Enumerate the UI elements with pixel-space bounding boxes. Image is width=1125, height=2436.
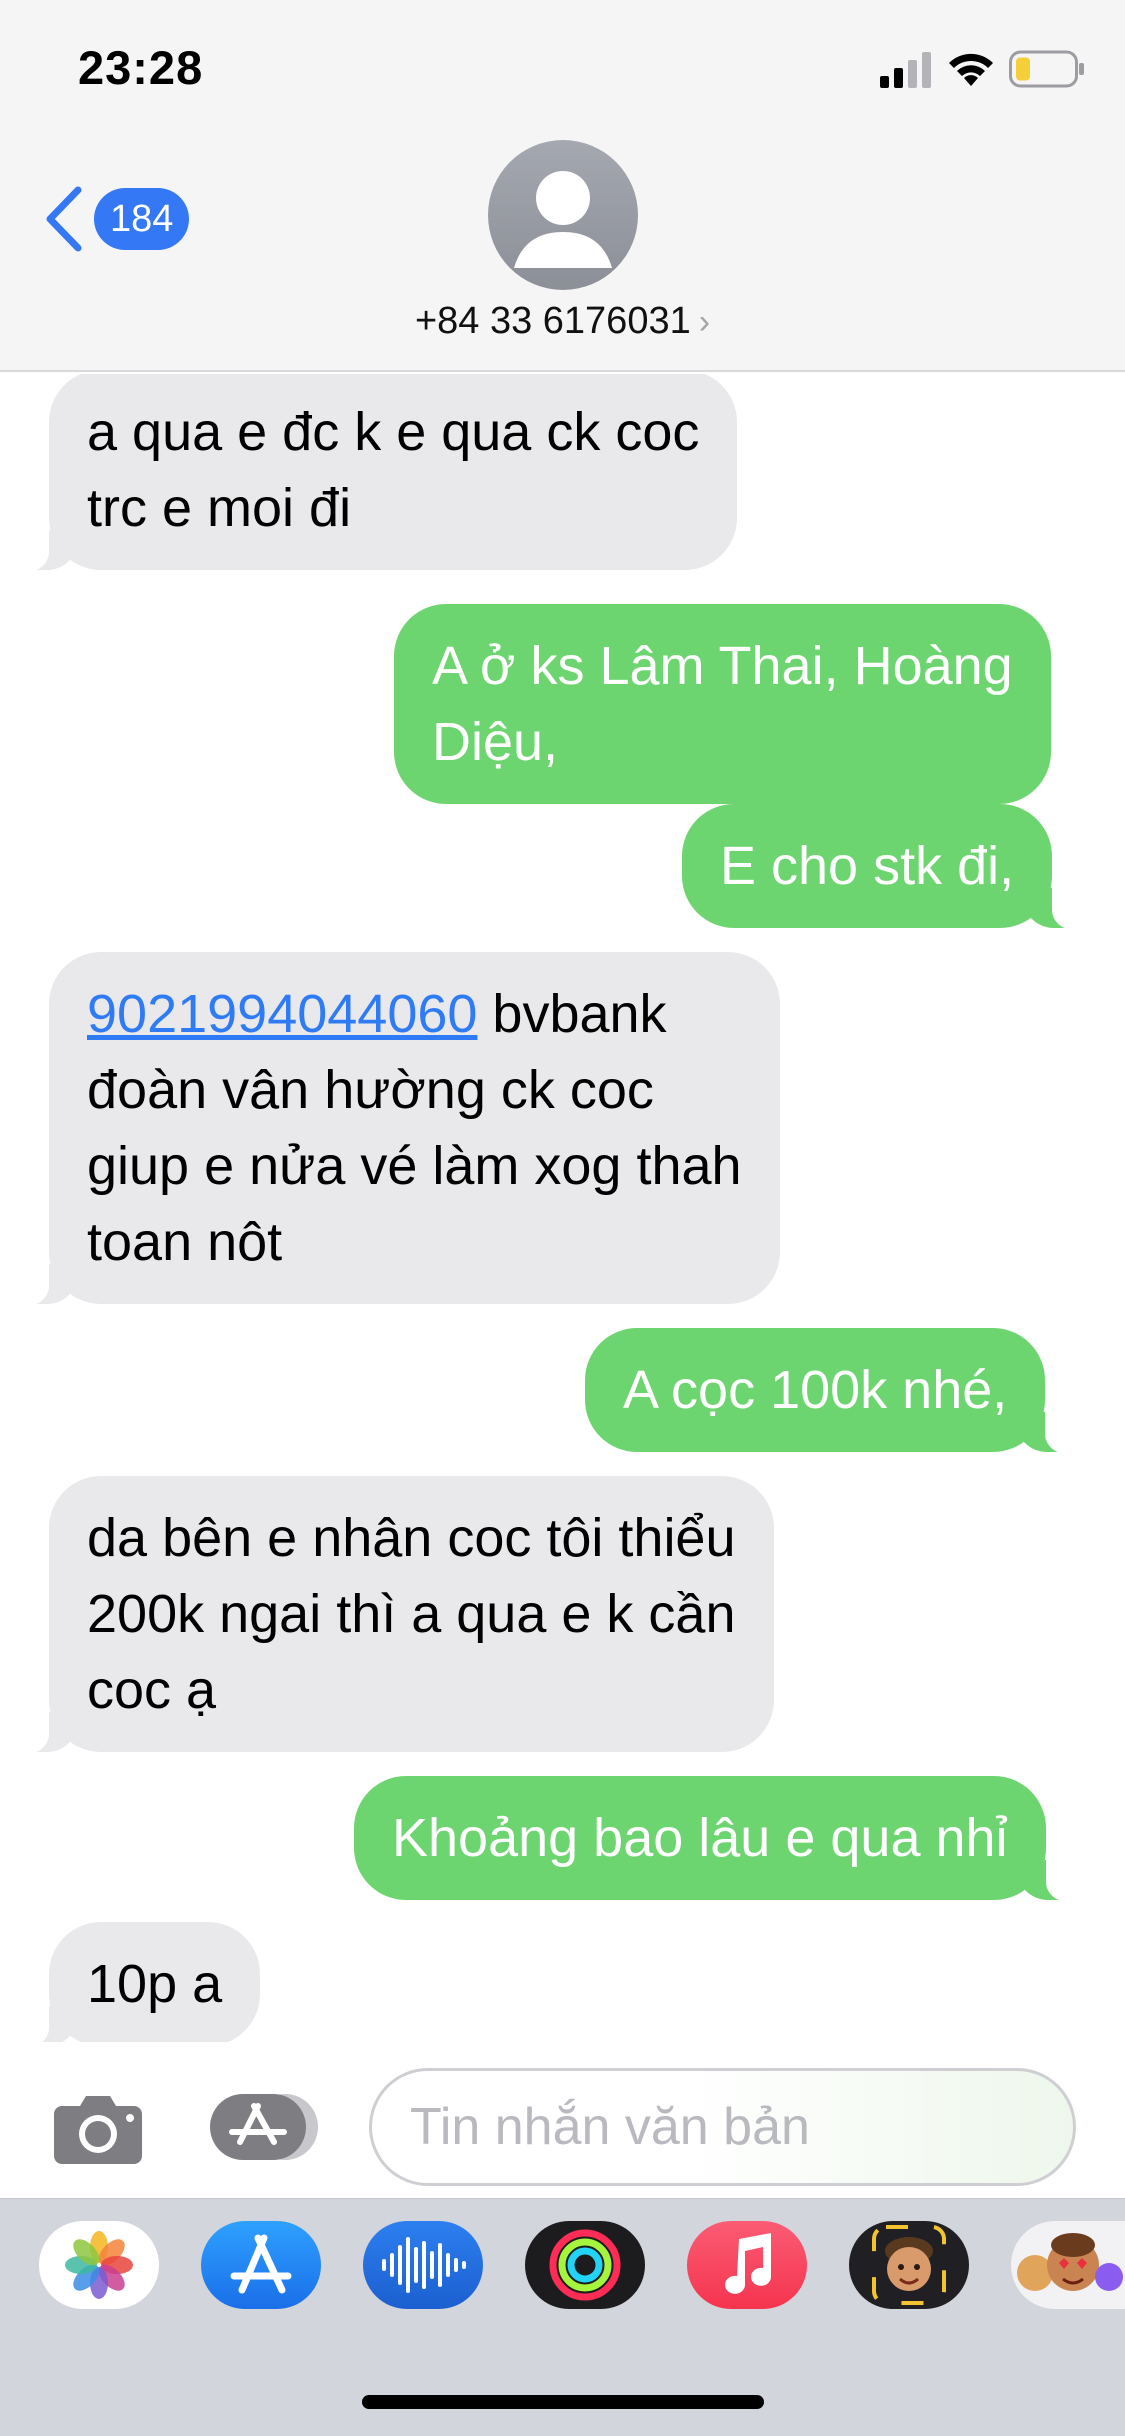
message-text: Diệu, <box>432 712 559 772</box>
battery-icon <box>1009 50 1084 88</box>
app-store-icon[interactable] <box>201 2221 321 2309</box>
conversation-header: 23:28 184 +84 33 6176031 › <box>0 0 1125 372</box>
message-text: giup e nửa vé làm xog thah <box>87 1136 742 1196</box>
message-text: 10p a <box>87 1954 223 2014</box>
message-text: Khoảng bao lâu e qua nhỉ <box>392 1808 1008 1868</box>
message-text: bvbank <box>477 984 667 1044</box>
music-icon[interactable] <box>687 2221 807 2309</box>
message-text: 200k ngai thì a qua e k cần <box>87 1584 736 1644</box>
outgoing-message[interactable]: A cọc 100k nhé, <box>585 1328 1082 1454</box>
app-store-apps-icon[interactable] <box>208 2092 320 2162</box>
incoming-message[interactable]: 9021994044060 bvbank đoàn vân hường ck c… <box>13 952 780 1306</box>
audio-message-icon[interactable] <box>363 2221 483 2309</box>
message-text: trc e moi đi <box>87 478 352 538</box>
incoming-message[interactable]: da bên e nhân coc tôi thiểu 200k ngai th… <box>13 1476 774 1754</box>
unread-count-badge: 184 <box>94 188 190 250</box>
message-input-bar <box>0 2042 1125 2198</box>
outgoing-message[interactable]: Khoảng bao lâu e qua nhỉ <box>354 1776 1082 1902</box>
contact-name: +84 33 6176031 <box>414 300 691 342</box>
signal-icon <box>880 52 931 88</box>
animoji-stickers-icon[interactable] <box>1011 2221 1125 2309</box>
home-indicator[interactable] <box>362 2395 764 2409</box>
message-text: đoàn vân hường ck coc <box>87 1060 654 1120</box>
activity-icon[interactable] <box>525 2221 645 2309</box>
camera-icon[interactable] <box>52 2092 144 2166</box>
incoming-message[interactable]: a qua e đc k e qua ck coc trc e moi đi <box>12 374 738 572</box>
back-button[interactable]: 184 <box>44 178 204 258</box>
chevron-right-icon: › <box>698 303 711 341</box>
chevron-left-icon <box>46 186 82 252</box>
outgoing-message[interactable]: E cho stk đi, <box>682 804 1089 930</box>
wifi-icon <box>949 53 993 86</box>
memoji-icon[interactable] <box>849 2221 969 2309</box>
messages-screen: 23:28 184 +84 33 6176031 › a qua e đc k … <box>0 0 1125 2436</box>
message-thread[interactable]: a qua e đc k e qua ck coc trc e moi đi A… <box>0 374 1125 2042</box>
incoming-message[interactable]: 10p a <box>12 1922 261 2042</box>
message-text: toan nôt <box>87 1212 283 1272</box>
contact-avatar[interactable] <box>488 140 638 290</box>
person-icon <box>514 171 612 268</box>
message-text: coc ạ <box>87 1660 217 1720</box>
message-text: A ở ks Lâm Thai, Hoàng <box>432 636 1013 696</box>
status-time: 23:28 <box>78 41 204 94</box>
message-text-field[interactable] <box>369 2068 1076 2186</box>
message-text: da bên e nhân coc tôi thiểu <box>87 1508 736 1568</box>
contact-name-button[interactable]: +84 33 6176031 › <box>300 300 825 343</box>
outgoing-message[interactable]: A ở ks Lâm Thai, Hoàng Diệu, <box>394 604 1051 804</box>
message-text: A cọc 100k nhé, <box>623 1360 1008 1420</box>
photos-icon[interactable] <box>39 2221 159 2309</box>
message-text: a qua e đc k e qua ck coc <box>87 402 700 462</box>
account-number-link[interactable]: 9021994044060 <box>87 984 477 1044</box>
message-text: E cho stk đi, <box>720 836 1015 896</box>
